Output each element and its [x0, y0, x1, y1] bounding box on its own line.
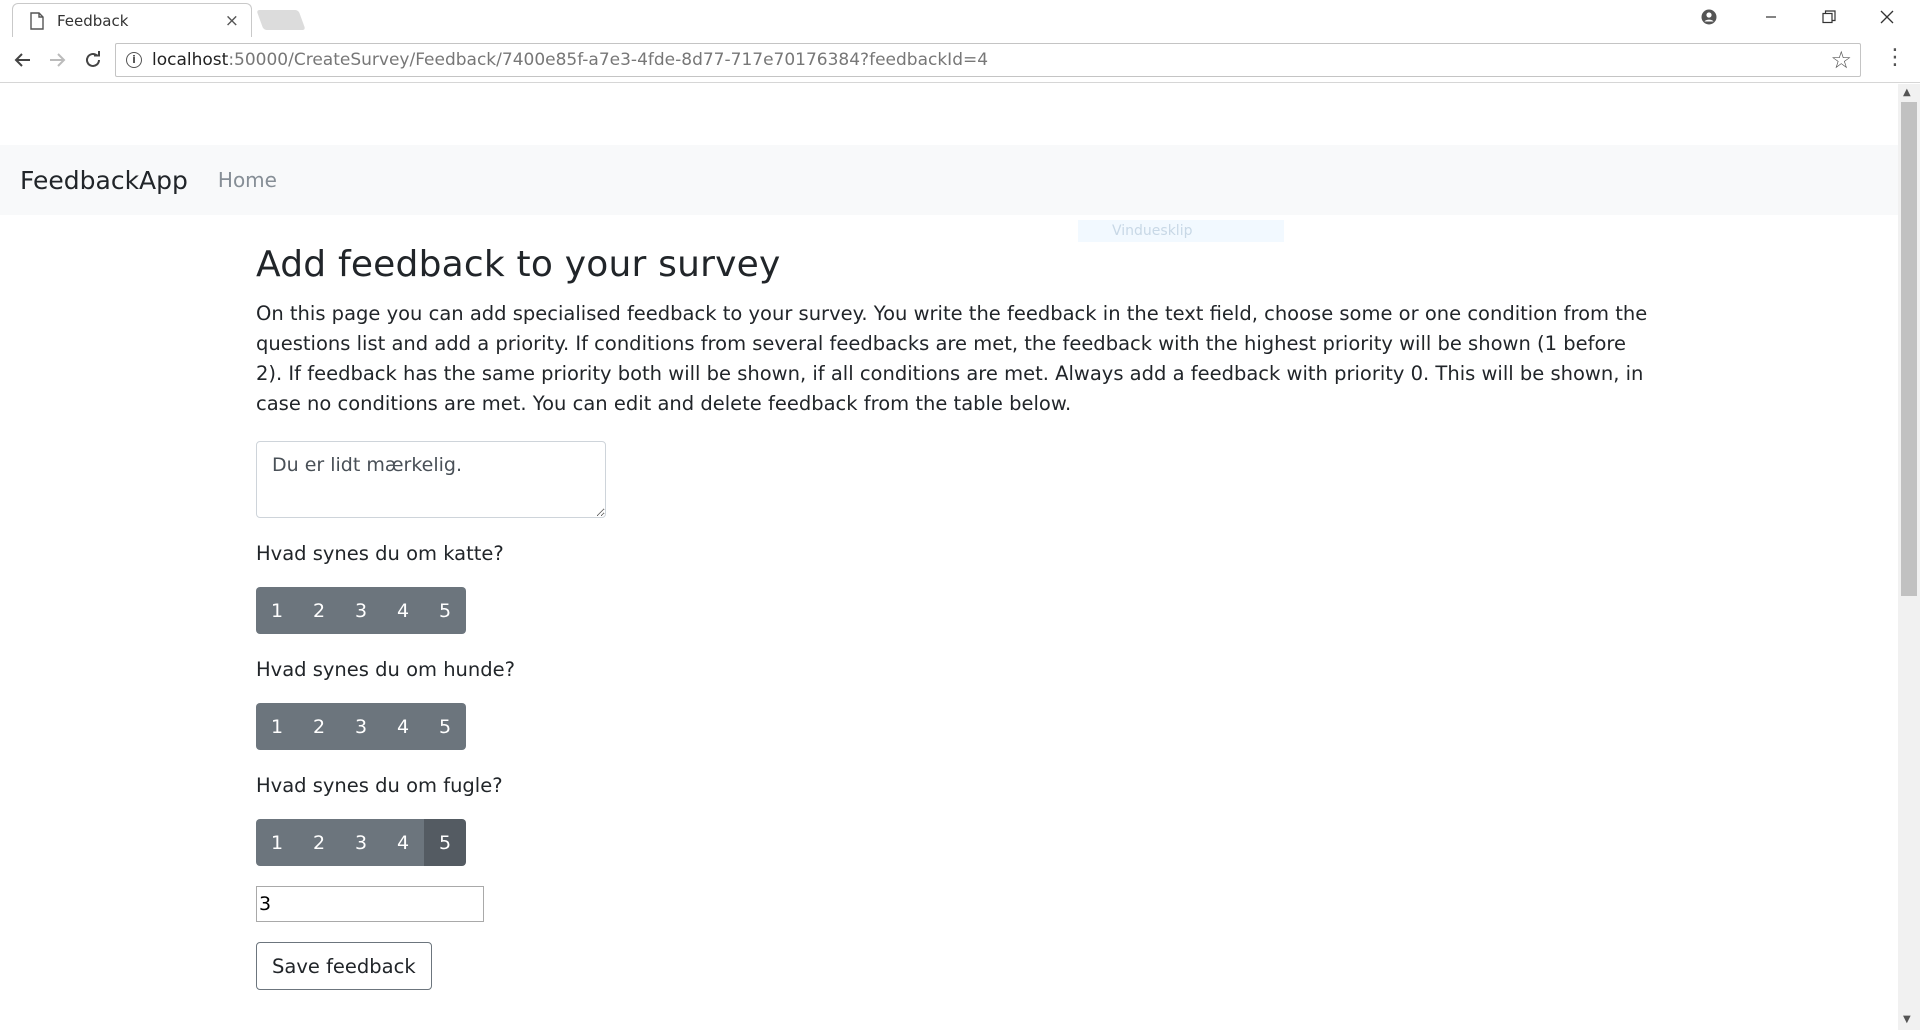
rating-button[interactable]: 1 — [256, 703, 298, 750]
tab-close-icon[interactable]: × — [225, 11, 239, 31]
browser-titlebar: Feedback × — [0, 0, 1920, 37]
navbar: FeedbackApp Home — [0, 145, 1898, 215]
minimize-icon[interactable] — [1742, 0, 1800, 34]
scrollbar-thumb[interactable] — [1901, 102, 1917, 596]
rating-button[interactable]: 4 — [382, 819, 424, 866]
question-block: Hvad synes du om hunde? 1 2 3 4 5 — [256, 658, 1656, 750]
info-icon[interactable]: i — [126, 52, 142, 68]
nav-link-home[interactable]: Home — [218, 168, 277, 192]
rating-button[interactable]: 5 — [424, 703, 466, 750]
rating-button[interactable]: 2 — [298, 819, 340, 866]
scroll-up-icon[interactable]: ▲ — [1903, 87, 1911, 98]
question-block: Hvad synes du om fugle? 1 2 3 4 5 — [256, 774, 1656, 866]
rating-button[interactable]: 2 — [298, 703, 340, 750]
rating-button-group: 1 2 3 4 5 — [256, 587, 466, 634]
tab-title: Feedback — [57, 11, 129, 30]
rating-button-group: 1 2 3 4 5 — [256, 703, 466, 750]
rating-button[interactable]: 4 — [382, 587, 424, 634]
vertical-scrollbar[interactable]: ▲ ▼ — [1898, 84, 1920, 1030]
question-label: Hvad synes du om hunde? — [256, 658, 516, 681]
url-path: :50000/CreateSurvey/Feedback/7400e85f-a7… — [228, 50, 989, 70]
rating-button[interactable]: 5 — [424, 587, 466, 634]
overlay-label: Vinduesklip — [1078, 220, 1284, 242]
rating-button[interactable]: 2 — [298, 587, 340, 634]
question-block: Hvad synes du om katte? 1 2 3 4 5 — [256, 542, 1656, 634]
navbar-brand[interactable]: FeedbackApp — [20, 166, 188, 195]
rating-button[interactable]: 4 — [382, 703, 424, 750]
url-host: localhost — [152, 50, 229, 70]
new-tab-button[interactable] — [256, 10, 306, 30]
star-icon[interactable]: ☆ — [1830, 46, 1852, 74]
question-label: Hvad synes du om fugle? — [256, 774, 503, 797]
rating-button[interactable]: 1 — [256, 587, 298, 634]
page-viewport: FeedbackApp Home Vinduesklip Add feedbac… — [0, 84, 1898, 1030]
address-bar[interactable]: i localhost:50000/CreateSurvey/Feedback/… — [115, 43, 1861, 77]
page-description: On this page you can add specialised fee… — [256, 302, 1648, 415]
reload-icon[interactable] — [78, 45, 108, 75]
back-icon[interactable] — [8, 45, 38, 75]
menu-icon[interactable]: ⋮ — [1884, 47, 1906, 69]
rating-button-group: 1 2 3 4 5 — [256, 819, 466, 866]
rating-button[interactable]: 3 — [340, 819, 382, 866]
restore-icon[interactable] — [1800, 0, 1858, 34]
forward-icon[interactable] — [42, 45, 72, 75]
rating-button[interactable]: 3 — [340, 703, 382, 750]
account-icon[interactable] — [1680, 0, 1738, 34]
priority-input[interactable] — [256, 886, 484, 922]
browser-toolbar: i localhost:50000/CreateSurvey/Feedback/… — [0, 37, 1920, 83]
browser-tab[interactable]: Feedback × — [12, 3, 252, 37]
feedback-textarea[interactable]: Du er lidt mærkelig. — [256, 441, 606, 518]
question-label: Hvad synes du om katte? — [256, 542, 504, 565]
save-feedback-button[interactable]: Save feedback — [256, 942, 432, 990]
rating-button-selected[interactable]: 5 — [424, 819, 466, 866]
scroll-down-icon[interactable]: ▼ — [1903, 1014, 1911, 1025]
main-content: Add feedback to your survey On this page… — [256, 244, 1656, 990]
rating-button[interactable]: 1 — [256, 819, 298, 866]
page-title: Add feedback to your survey — [256, 244, 781, 285]
rating-button[interactable]: 3 — [340, 587, 382, 634]
close-icon[interactable] — [1858, 0, 1916, 34]
page-icon — [30, 11, 44, 30]
